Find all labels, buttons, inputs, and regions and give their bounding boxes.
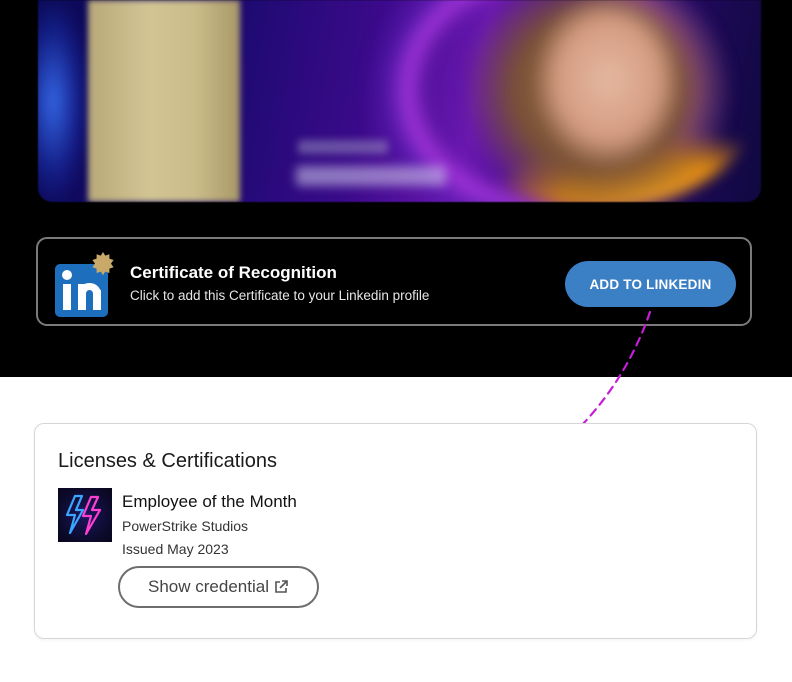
add-to-linkedin-banner: Certificate of Recognition Click to add … (36, 237, 752, 326)
certificate-gold-strip (88, 0, 240, 202)
neon-lightning-icon (58, 488, 112, 542)
certificate-subtitle: Click to add this Certificate to your Li… (130, 288, 430, 303)
external-link-icon (275, 580, 288, 593)
certificate-blurred-text (298, 140, 388, 154)
certification-issuer: PowerStrike Studios (122, 518, 249, 534)
section-title: Licenses & Certifications (58, 450, 277, 472)
certification-name: Employee of the Month (122, 492, 297, 511)
certificate-portrait-photo (433, 0, 761, 202)
certificate-blurred-name (296, 166, 446, 186)
show-credential-label: Show credential (148, 577, 269, 596)
certificate-preview-image (38, 0, 761, 202)
seal-badge-icon (92, 252, 114, 276)
certificate-blue-glow (38, 0, 88, 202)
licenses-certifications-card: Licenses & Certifications Employee of th… (34, 423, 757, 639)
add-to-linkedin-button[interactable]: ADD TO LINKEDIN (565, 261, 736, 307)
page: Certificate of Recognition Click to add … (0, 0, 792, 682)
show-credential-button[interactable]: Show credential (118, 566, 319, 608)
certificate-title: Certificate of Recognition (130, 263, 337, 282)
certificate-display-panel: Certificate of Recognition Click to add … (0, 0, 792, 377)
certification-issue-date: Issued May 2023 (122, 541, 229, 557)
